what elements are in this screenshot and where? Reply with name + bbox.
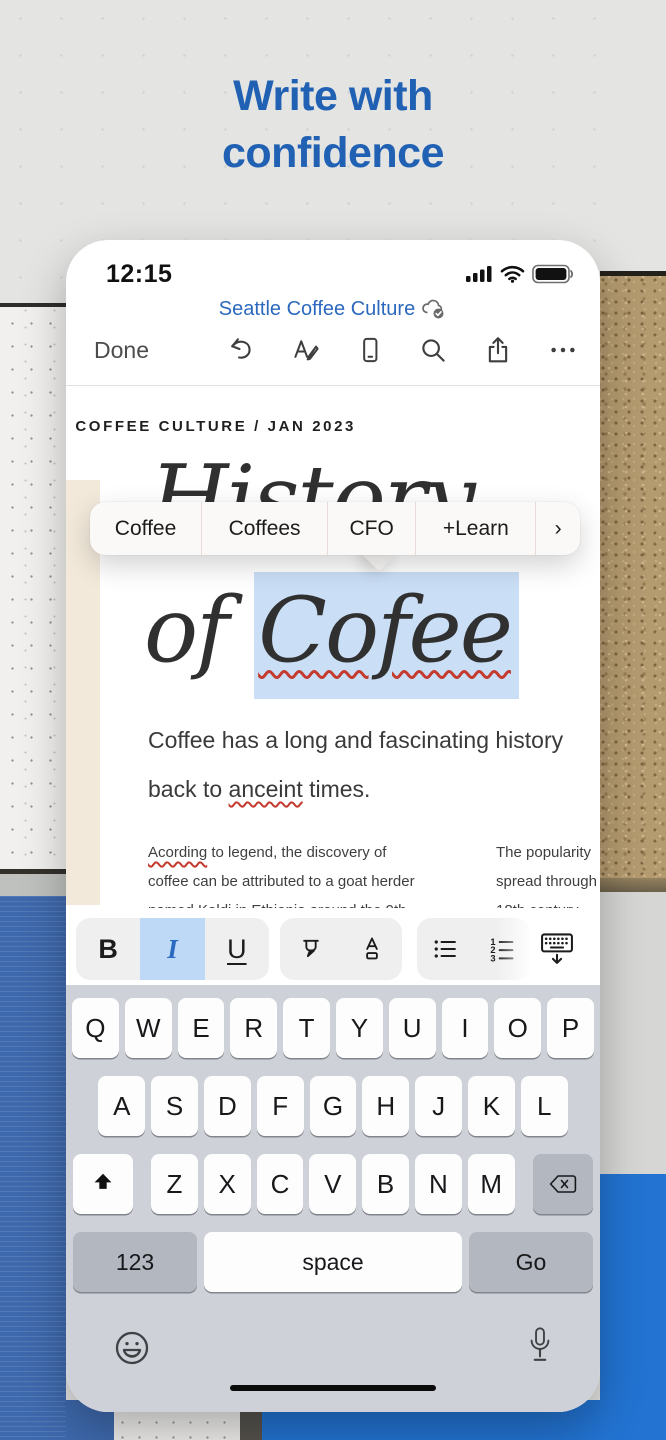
key-space[interactable]: space [204, 1232, 462, 1292]
key-y[interactable]: Y [336, 998, 383, 1058]
key-i[interactable]: I [442, 998, 489, 1058]
bullet-list-icon[interactable] [417, 918, 474, 980]
suggestion-coffees[interactable]: Coffees [202, 502, 328, 555]
selected-word[interactable]: Cofee [254, 572, 519, 699]
format-toolbar: B I U [66, 908, 600, 985]
hero-title-line1: Write with [0, 68, 666, 125]
key-g[interactable]: G [310, 1076, 357, 1136]
search-icon[interactable] [418, 335, 448, 365]
speckled-panel-left [0, 303, 66, 874]
document-title-bar[interactable]: Seattle Coffee Culture [66, 297, 600, 327]
key-u[interactable]: U [389, 998, 436, 1058]
doc-heading-line2: of Cofee [144, 578, 519, 683]
key-123[interactable]: 123 [73, 1232, 197, 1292]
key-f[interactable]: F [257, 1076, 304, 1136]
key-m[interactable]: M [468, 1154, 515, 1214]
hero-title: Write with confidence [0, 68, 666, 182]
keyboard: Q W E R T Y U I O P A S D F G H J K L [66, 985, 600, 1412]
toolbar-fade [496, 918, 530, 980]
key-h[interactable]: H [362, 1076, 409, 1136]
font-color-icon[interactable] [341, 918, 402, 980]
home-indicator[interactable] [230, 1385, 436, 1391]
wall-lower-right [600, 892, 666, 1174]
highlighter-icon[interactable] [280, 918, 341, 980]
key-t[interactable]: T [283, 998, 330, 1058]
key-k[interactable]: K [468, 1076, 515, 1136]
key-s[interactable]: S [151, 1076, 198, 1136]
emoji-icon[interactable] [112, 1328, 152, 1373]
status-icons [466, 264, 574, 289]
misspelled-word: anceint [229, 776, 303, 802]
hero-title-line2: confidence [0, 125, 666, 182]
misspelled-word-2: Acording [148, 844, 207, 861]
key-c[interactable]: C [257, 1154, 304, 1214]
signal-icon [466, 265, 493, 288]
key-r[interactable]: R [230, 998, 277, 1058]
shelf-edge-left [0, 874, 66, 896]
underline-button[interactable]: U [205, 918, 269, 980]
key-z[interactable]: Z [151, 1154, 198, 1214]
cloud-synced-icon [421, 297, 447, 327]
suggestion-coffee[interactable]: Coffee [90, 502, 202, 555]
edit-pen-icon[interactable] [291, 335, 321, 365]
key-go[interactable]: Go [469, 1232, 593, 1292]
suggestion-cfo[interactable]: CFO [328, 502, 416, 555]
key-b[interactable]: B [362, 1154, 409, 1214]
more-icon[interactable] [548, 335, 578, 365]
key-p[interactable]: P [547, 998, 594, 1058]
phone-mockup: 12:15 Seattle Coffee Culture [66, 240, 600, 1412]
breadcrumb: E COFFEE CULTURE / JAN 2023 [66, 418, 356, 435]
key-q[interactable]: Q [72, 998, 119, 1058]
key-x[interactable]: X [204, 1154, 251, 1214]
key-o[interactable]: O [494, 998, 541, 1058]
shelf-edge-right [600, 878, 666, 892]
battery-icon [532, 264, 574, 289]
denim-texture-left [0, 896, 66, 1440]
key-e[interactable]: E [178, 998, 225, 1058]
key-l[interactable]: L [521, 1076, 568, 1136]
shift-icon[interactable] [73, 1154, 133, 1214]
key-j[interactable]: J [415, 1076, 462, 1136]
status-time: 12:15 [106, 260, 172, 289]
suggestion-popup: Coffee Coffees CFO +Learn › [90, 502, 580, 555]
suggestion-learn[interactable]: +Learn [416, 502, 536, 555]
key-d[interactable]: D [204, 1076, 251, 1136]
key-a[interactable]: A [98, 1076, 145, 1136]
header-divider [66, 385, 600, 386]
doc-paragraph-line2: back to anceint times. [148, 765, 563, 814]
blue-tile-right [600, 1174, 666, 1440]
hide-keyboard-icon[interactable] [538, 930, 576, 971]
mobile-view-icon[interactable] [356, 335, 384, 365]
key-w[interactable]: W [125, 998, 172, 1058]
wifi-icon [500, 265, 525, 288]
doc-paragraph: Coffee has a long and fascinating histor… [148, 716, 563, 814]
cork-board [600, 271, 666, 883]
document-title[interactable]: Seattle Coffee Culture [219, 298, 415, 320]
backspace-icon[interactable] [533, 1154, 593, 1214]
key-v[interactable]: V [309, 1154, 356, 1214]
mic-icon[interactable] [526, 1326, 554, 1373]
doc-paragraph-line1: Coffee has a long and fascinating histor… [148, 716, 563, 765]
undo-icon[interactable] [226, 335, 256, 365]
key-n[interactable]: N [415, 1154, 462, 1214]
suggestion-more-chevron[interactable]: › [536, 502, 580, 555]
svg-text:3: 3 [490, 953, 495, 963]
italic-button-active[interactable]: I [140, 918, 204, 980]
share-icon[interactable] [483, 335, 513, 365]
bold-button[interactable]: B [76, 918, 140, 980]
done-button[interactable]: Done [94, 337, 149, 364]
